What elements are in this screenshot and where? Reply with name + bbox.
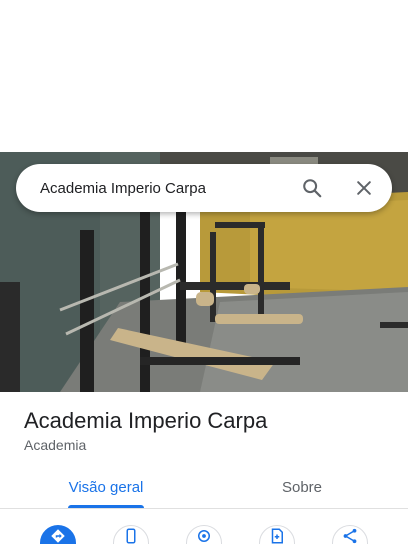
save-icon xyxy=(271,528,283,544)
phone-icon xyxy=(126,528,136,544)
tab-bar: Visão geral Sobre xyxy=(0,466,408,509)
tab-overview[interactable]: Visão geral xyxy=(60,466,152,508)
search-icon xyxy=(303,179,322,198)
close-button[interactable] xyxy=(344,168,384,208)
save-button[interactable] xyxy=(259,525,295,544)
search-bar[interactable]: Academia Imperio Carpa xyxy=(16,164,392,212)
location-button[interactable] xyxy=(186,525,222,544)
phone-button[interactable] xyxy=(113,525,149,544)
search-button[interactable] xyxy=(292,168,332,208)
active-tab-indicator xyxy=(68,505,144,508)
close-icon xyxy=(357,181,371,195)
share-icon xyxy=(343,528,357,544)
share-button[interactable] xyxy=(332,525,368,544)
directions-icon xyxy=(51,529,65,543)
place-title: Academia Imperio Carpa xyxy=(24,408,268,433)
tab-about[interactable]: Sobre xyxy=(256,466,348,508)
action-buttons-row xyxy=(0,522,408,544)
top-blank-area xyxy=(0,0,408,152)
directions-button[interactable] xyxy=(40,525,76,544)
place-category: Academia xyxy=(24,437,87,453)
location-icon xyxy=(198,530,210,542)
search-input[interactable]: Academia Imperio Carpa xyxy=(40,180,292,197)
